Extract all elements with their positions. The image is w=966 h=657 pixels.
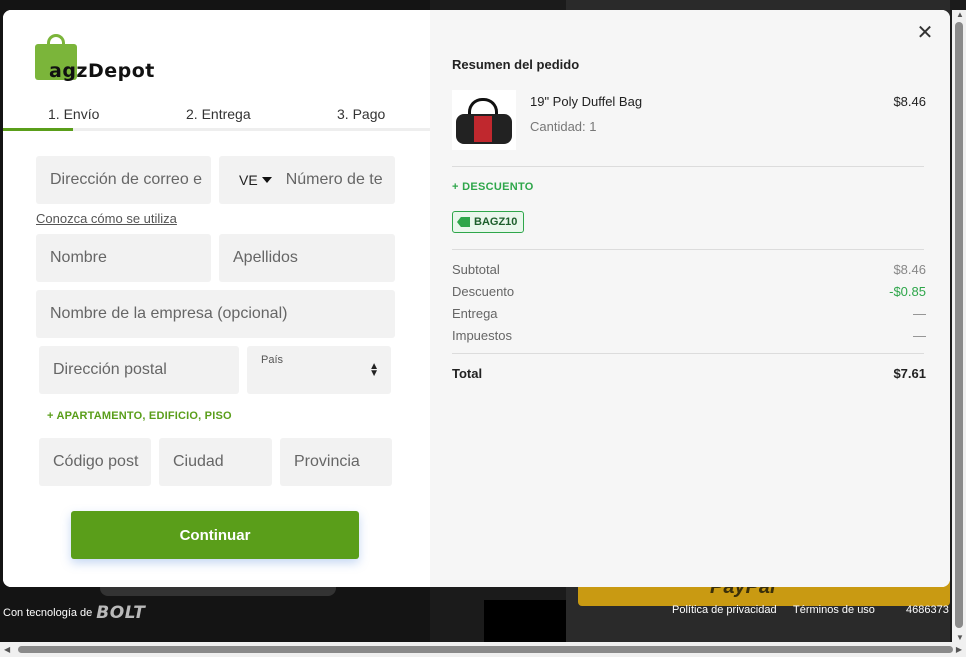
scroll-right-icon[interactable]: ▶ (956, 645, 962, 654)
address-input[interactable]: Dirección postal (39, 346, 239, 394)
vertical-scrollbar[interactable]: ▲ ▼ (952, 10, 966, 642)
total-label: Total (452, 366, 483, 381)
horizontal-scrollbar[interactable]: ◀ ▶ (0, 642, 966, 657)
checkout-form-panel: agzDepot 1. Envío 2. Entrega 3. Pago Dir… (3, 10, 430, 587)
bolt-logo[interactable]: BOLT (96, 603, 145, 623)
select-arrows-icon: ▲ ▼ (369, 361, 379, 379)
brand-logo-text: agzDepot (49, 60, 155, 82)
product-price: $8.46 (893, 94, 926, 109)
order-summary-title: Resumen del pedido (452, 57, 580, 72)
tab-active-indicator (3, 128, 73, 131)
tag-icon (457, 217, 470, 227)
product-quantity: Cantidad: 1 (530, 119, 597, 134)
phone-placeholder: Número de te (285, 171, 383, 188)
add-apartment-link[interactable]: + APARTAMENTO, EDIFICIO, PISO (47, 410, 232, 422)
coupon-badge[interactable]: BAGZ10 (452, 211, 525, 233)
country-select[interactable]: País ▲ ▼ (247, 346, 391, 394)
close-icon[interactable]: ✕ (916, 23, 934, 43)
province-input[interactable]: Provincia (280, 438, 392, 486)
postal-code-input[interactable]: Código post (39, 438, 151, 486)
session-id: 4686373 (906, 604, 949, 616)
tab-shipping[interactable]: 1. Envío (48, 106, 99, 122)
duffel-red-panel (474, 116, 492, 142)
taxes-label: Impuestos (452, 328, 512, 343)
tab-payment[interactable]: 3. Pago (337, 106, 385, 122)
delivery-label: Entrega (452, 306, 498, 321)
total-value: $7.61 (893, 366, 926, 381)
first-name-input[interactable]: Nombre (36, 234, 211, 282)
divider (452, 166, 924, 167)
order-summary-panel: ✕ Resumen del pedido 19" Poly Duffel Bag… (430, 10, 950, 587)
terms-of-use-link[interactable]: Términos de uso (793, 604, 875, 616)
discount-label: Descuento (452, 284, 515, 299)
country-label: País (261, 354, 284, 366)
product-image (452, 90, 516, 150)
learn-more-link[interactable]: Conozca cómo se utiliza (36, 211, 177, 226)
email-input[interactable]: Dirección de correo e (36, 156, 211, 204)
caret-down-icon[interactable] (261, 177, 272, 183)
discount-value: -$0.85 (889, 284, 926, 299)
delivery-value: — (913, 306, 926, 321)
coupon-code: BAGZ10 (474, 216, 518, 228)
background-band (484, 600, 566, 642)
subtotal-label: Subtotal (452, 262, 500, 277)
vertical-scroll-thumb[interactable] (955, 22, 963, 628)
phone-input[interactable]: VE Número de te (219, 156, 395, 204)
scroll-down-icon[interactable]: ▼ (956, 633, 964, 642)
checkout-modal: agzDepot 1. Envío 2. Entrega 3. Pago Dir… (3, 10, 950, 587)
city-input[interactable]: Ciudad (159, 438, 272, 486)
scroll-up-icon[interactable]: ▲ (956, 10, 964, 19)
phone-country-code[interactable]: VE (239, 172, 258, 188)
subtotal-value: $8.46 (893, 262, 926, 277)
tab-delivery[interactable]: 2. Entrega (186, 106, 251, 122)
last-name-input[interactable]: Apellidos (219, 234, 395, 282)
add-discount-link[interactable]: + DESCUENTO (452, 181, 534, 193)
divider (452, 353, 924, 354)
scroll-left-icon[interactable]: ◀ (4, 645, 10, 654)
horizontal-scroll-thumb[interactable] (18, 646, 953, 653)
privacy-policy-link[interactable]: Política de privacidad (672, 604, 777, 616)
company-input[interactable]: Nombre de la empresa (opcional) (36, 290, 395, 338)
divider (452, 249, 924, 250)
product-name: 19" Poly Duffel Bag (530, 94, 643, 109)
continue-button[interactable]: Continuar (71, 511, 359, 559)
taxes-value: — (913, 328, 926, 343)
powered-by: Con tecnología de BOLT (3, 603, 145, 623)
brand-logo: agzDepot (35, 34, 165, 84)
powered-by-text: Con tecnología de (3, 607, 93, 619)
